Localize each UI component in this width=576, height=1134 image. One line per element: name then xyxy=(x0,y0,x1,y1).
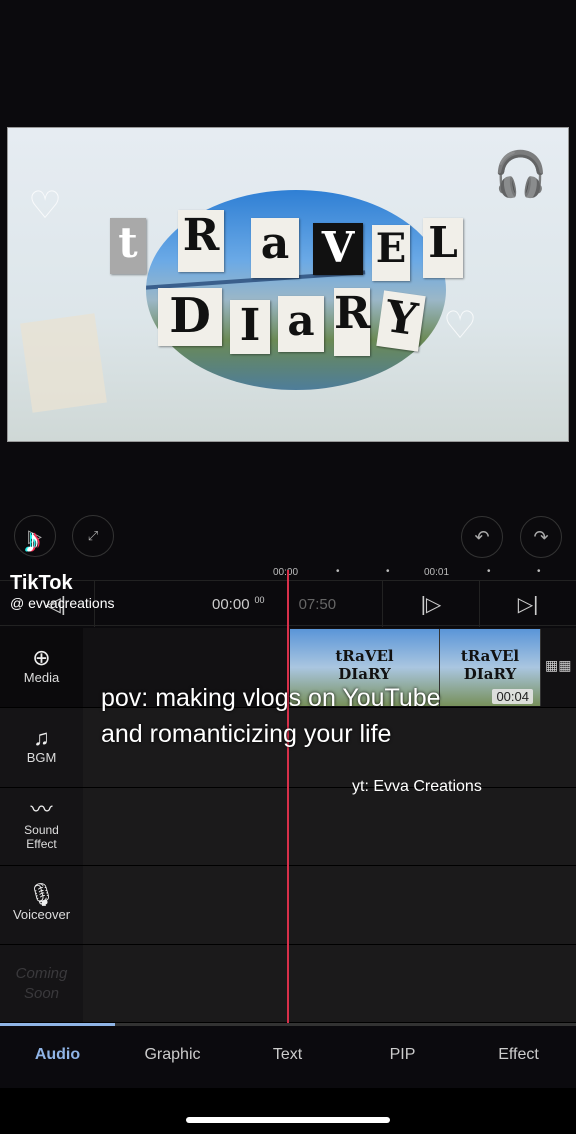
tote-bag-sticker xyxy=(20,313,107,413)
fullscreen-button[interactable]: ⤢ xyxy=(72,515,114,557)
video-preview: ♡ 🎧 ♡ t R a V E L D I a R Y xyxy=(7,127,569,442)
next-frame-button[interactable]: |▷ xyxy=(383,581,480,627)
title-letter: t xyxy=(110,218,146,274)
track-label: Voiceover xyxy=(12,907,71,922)
clip-grid-icon[interactable]: ▦▦ xyxy=(545,657,571,674)
clip-duration: 00:04 xyxy=(492,689,533,704)
add-sound-effect-button[interactable]: 〰 Sound Effect xyxy=(0,788,83,865)
undo-icon: ↶ xyxy=(474,526,490,547)
track-label: Coming Soon xyxy=(0,945,83,1022)
track-label: Sound Effect xyxy=(24,822,59,851)
tab-text[interactable]: Text xyxy=(230,1046,345,1064)
playhead[interactable] xyxy=(287,570,289,1024)
heart-icon: ♡ xyxy=(28,185,63,227)
fullscreen-icon: ⤢ xyxy=(87,528,99,543)
bottom-tab-bar: Audio Graphic Text PIP Effect xyxy=(0,1026,576,1088)
waveform-icon: 〰 xyxy=(30,796,53,822)
ruler-label: 00:01 xyxy=(424,567,450,578)
total-time: 07:50 xyxy=(298,595,337,613)
headphones-icon: 🎧 xyxy=(493,150,548,199)
add-media-button[interactable]: ⊕ Media xyxy=(0,628,83,707)
title-letter: V xyxy=(313,223,363,275)
track-label: BGM xyxy=(26,749,57,765)
tab-audio[interactable]: Audio xyxy=(0,1046,115,1064)
track-label: Media xyxy=(23,669,60,685)
plus-circle-icon: ⊕ xyxy=(32,644,51,670)
jump-end-button[interactable]: ▷| xyxy=(480,581,576,627)
home-area xyxy=(0,1088,576,1134)
time-display: 00:00 00 07:50 xyxy=(95,581,383,627)
title-letter: E xyxy=(372,225,410,281)
title-letter: R xyxy=(178,210,224,272)
undo-button[interactable]: ↶ xyxy=(461,516,503,558)
tiktok-logo-icon: ♪ xyxy=(24,522,41,560)
title-letter: a xyxy=(278,296,324,352)
microphone-icon: 🎙 xyxy=(27,882,56,907)
tab-graphic[interactable]: Graphic xyxy=(115,1046,230,1064)
heart-icon: ♡ xyxy=(443,305,478,347)
next-frame-icon: |▷ xyxy=(420,593,442,616)
skip-end-icon: ▷| xyxy=(517,593,539,616)
add-bgm-button[interactable]: ♫ BGM xyxy=(0,708,83,787)
current-time: 00:00 xyxy=(212,595,250,613)
home-indicator[interactable] xyxy=(186,1117,390,1123)
tab-pip[interactable]: PIP xyxy=(345,1046,460,1064)
title-letter: L xyxy=(423,218,463,278)
tiktok-brand: TikTok xyxy=(10,572,73,594)
title-letter: Y xyxy=(376,290,426,352)
title-letter: D xyxy=(158,288,222,346)
current-frames: 00 xyxy=(254,595,265,605)
title-letter: I xyxy=(230,300,270,354)
ruler-label: 00:00 xyxy=(273,567,299,578)
caption-overlay: pov: making vlogs on YouTube and romanti… xyxy=(101,684,441,748)
add-voiceover-button[interactable]: 🎙 Voiceover xyxy=(0,866,83,944)
redo-icon: ↷ xyxy=(533,526,549,547)
tab-effect[interactable]: Effect xyxy=(461,1046,576,1064)
title-letter: R xyxy=(334,288,371,356)
credit-overlay: yt: Evva Creations xyxy=(352,778,482,795)
title-letter: a xyxy=(251,218,299,278)
tiktok-handle: @ evvacreations xyxy=(10,595,115,611)
redo-button[interactable]: ↷ xyxy=(520,516,562,558)
music-note-icon: ♫ xyxy=(33,724,50,750)
